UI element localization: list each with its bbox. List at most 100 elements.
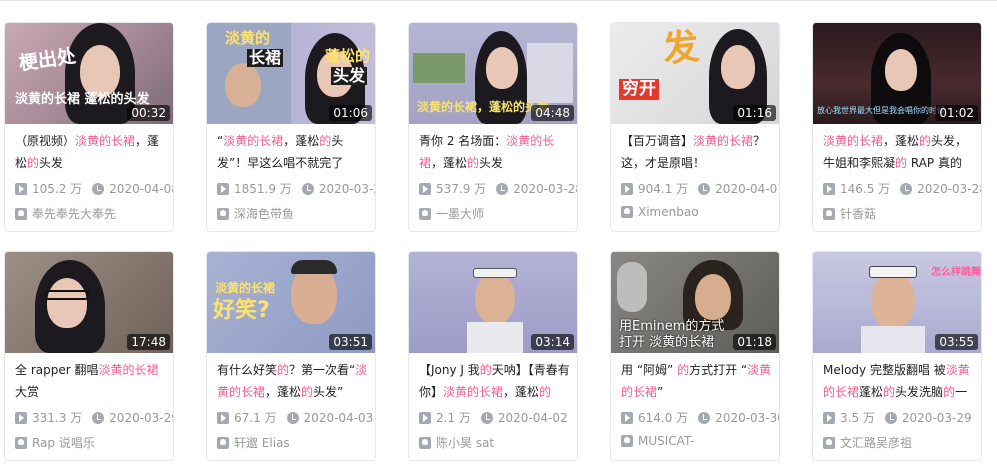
duration-badge: 03:14 bbox=[531, 334, 574, 350]
video-thumbnail[interactable]: 怎么样跳舞 03:55 bbox=[813, 252, 981, 353]
uploader-name[interactable]: 轩邈 Elias bbox=[234, 436, 290, 450]
video-thumbnail[interactable]: 淡黄的 长裙 蓬松的 头发 01:06 bbox=[207, 23, 375, 124]
video-stats: 537.9 万 2020-03-28 bbox=[419, 180, 577, 196]
upload-date: 2020-04-02 bbox=[497, 411, 568, 425]
up-user-icon bbox=[823, 437, 835, 449]
video-thumbnail[interactable]: 用Eminem的方式 打开 淡黄的长裙 01:18 bbox=[611, 252, 779, 353]
video-title[interactable]: 【Jony J 我的天呐】【青春有你】淡黄的长裙，蓬松的 bbox=[419, 359, 571, 403]
video-title[interactable]: 有什么好笑的？第一次看“淡黄的长裙，蓬松的头发” bbox=[217, 359, 369, 403]
upload-date: 2020-04-01 bbox=[715, 182, 780, 196]
upload-date: 2020-03-30 bbox=[715, 411, 780, 425]
thumb-overlay-text: 长裙 bbox=[247, 48, 284, 67]
uploader[interactable]: Ximenbao bbox=[621, 205, 777, 221]
video-card[interactable]: 03:14 【Jony J 我的天呐】【青春有你】淡黄的长裙，蓬松的 2.1 万… bbox=[408, 251, 578, 461]
uploader[interactable]: 陈小昊 sat bbox=[419, 434, 575, 450]
up-user-icon bbox=[621, 206, 633, 218]
video-stats: 614.0 万 2020-03-30 bbox=[621, 409, 780, 425]
video-stats: 331.3 万 2020-03-29 bbox=[15, 409, 174, 425]
video-thumbnail[interactable]: 放心我世界最大但是我会唱你的时候 01:02 bbox=[813, 23, 981, 124]
upload-date: 2020-03-29 bbox=[901, 411, 972, 425]
uploader-name[interactable]: 文汇路吴彦祖 bbox=[840, 436, 912, 450]
view-count: 2.1 万 bbox=[436, 411, 471, 425]
uploader-name[interactable]: 针香菇 bbox=[840, 207, 876, 221]
view-count: 331.3 万 bbox=[32, 411, 83, 425]
play-count-icon bbox=[823, 183, 835, 195]
up-user-icon bbox=[217, 437, 229, 449]
view-count: 105.2 万 bbox=[32, 182, 83, 196]
thumb-overlay-text: 淡黄的长裙，蓬松的头发 bbox=[417, 100, 550, 114]
uploader-name[interactable]: 奉先奉先大奉先 bbox=[32, 207, 116, 221]
video-thumbnail[interactable]: 淡黄的长裙 好笑? 03:51 bbox=[207, 252, 375, 353]
thumb-overlay-text: 穷开 bbox=[619, 79, 659, 100]
video-thumbnail[interactable]: 梗出处 淡黄的长裙 蓬松的头发 00:32 bbox=[5, 23, 173, 124]
duration-badge: 01:02 bbox=[935, 105, 978, 121]
video-thumbnail[interactable]: 淡黄的长裙，蓬松的头发 04:48 bbox=[409, 23, 577, 124]
duration-badge: 03:51 bbox=[329, 334, 372, 350]
uploader-name[interactable]: 一墨大师 bbox=[436, 207, 484, 221]
uploader[interactable]: 文汇路吴彦祖 bbox=[823, 434, 979, 450]
thumb-overlay-text: 淡黄的 bbox=[225, 29, 271, 47]
video-card[interactable]: 梗出处 淡黄的长裙 蓬松的头发 00:32 （原视频）淡黄的长裙，蓬松的头发 1… bbox=[4, 22, 174, 232]
view-count: 3.5 万 bbox=[840, 411, 875, 425]
duration-badge: 03:55 bbox=[935, 334, 978, 350]
uploader-name[interactable]: Ximenbao bbox=[638, 205, 699, 219]
video-card[interactable]: 用Eminem的方式 打开 淡黄的长裙 01:18 用 “阿姆” 的方式打开 “… bbox=[610, 251, 780, 461]
play-count-icon bbox=[217, 412, 229, 424]
play-count-icon bbox=[15, 412, 27, 424]
clock-icon bbox=[496, 183, 509, 195]
uploader[interactable]: 轩邈 Elias bbox=[217, 434, 373, 450]
video-title[interactable]: Melody 完整版翻唱 被淡黄的长裙蓬松的头发洗脑的一 bbox=[823, 359, 975, 403]
clock-icon bbox=[698, 183, 711, 195]
upload-date: 2020-04-03 bbox=[303, 411, 374, 425]
clock-icon bbox=[698, 412, 711, 424]
video-title[interactable]: 青你 2 名场面：淡黄的长裙，蓬松的头发 bbox=[419, 130, 571, 174]
thumb-overlay-text: 用Eminem的方式 bbox=[619, 319, 725, 334]
play-count-icon bbox=[419, 412, 431, 424]
video-title[interactable]: （原视频）淡黄的长裙，蓬松的头发 bbox=[15, 130, 167, 174]
video-thumbnail[interactable]: 17:48 bbox=[5, 252, 173, 353]
video-card[interactable]: 17:48 全 rapper 翻唱淡黄的长裙大赏 331.3 万 2020-03-… bbox=[4, 251, 174, 461]
uploader-name[interactable]: 深海色带鱼 bbox=[234, 207, 294, 221]
video-title[interactable]: 全 rapper 翻唱淡黄的长裙大赏 bbox=[15, 359, 167, 403]
uploader[interactable]: 一墨大师 bbox=[419, 205, 575, 221]
video-thumbnail[interactable]: 03:14 bbox=[409, 252, 577, 353]
video-card[interactable]: 淡黄的 长裙 蓬松的 头发 01:06 “淡黄的长裙，蓬松的头发”！早这么唱不就… bbox=[206, 22, 376, 232]
view-count: 1851.9 万 bbox=[234, 182, 292, 196]
video-card[interactable]: 放心我世界最大但是我会唱你的时候 01:02 淡黄的长裙，蓬松的头发，牛姐和李熙… bbox=[812, 22, 982, 232]
video-card[interactable]: 淡黄的长裙 好笑? 03:51 有什么好笑的？第一次看“淡黄的长裙，蓬松的头发”… bbox=[206, 251, 376, 461]
up-user-icon bbox=[621, 435, 633, 447]
clock-icon bbox=[92, 412, 105, 424]
uploader[interactable]: 针香菇 bbox=[823, 205, 979, 221]
upload-date: 2020-03-28 bbox=[318, 182, 375, 196]
view-count: 904.1 万 bbox=[638, 182, 689, 196]
up-user-icon bbox=[419, 208, 431, 220]
upload-date: 2020-03-29 bbox=[109, 411, 174, 425]
view-count: 146.5 万 bbox=[840, 182, 891, 196]
video-card[interactable]: 怎么样跳舞 03:55 Melody 完整版翻唱 被淡黄的长裙蓬松的头发洗脑的一… bbox=[812, 251, 982, 461]
video-title[interactable]: “淡黄的长裙，蓬松的头发”！早这么唱不就完了 bbox=[217, 130, 369, 174]
up-user-icon bbox=[823, 208, 835, 220]
video-title[interactable]: 用 “阿姆” 的方式打开 “淡黄的长裙” bbox=[621, 359, 773, 403]
uploader[interactable]: Rap 说唱乐 bbox=[15, 434, 171, 450]
uploader-name[interactable]: 陈小昊 sat bbox=[436, 436, 494, 450]
video-stats: 904.1 万 2020-04-01 bbox=[621, 180, 780, 196]
play-count-icon bbox=[621, 412, 633, 424]
video-title[interactable]: 淡黄的长裙，蓬松的头发，牛姐和李熙凝的 RAP 真的 bbox=[823, 130, 975, 174]
video-stats: 2.1 万 2020-04-02 bbox=[419, 409, 575, 425]
video-title[interactable]: 【百万调音】淡黄的长裙？这，才是原唱！ bbox=[621, 130, 773, 174]
thumb-overlay-text: 淡黄的长裙 bbox=[215, 281, 276, 295]
video-stats: 67.1 万 2020-04-03 bbox=[217, 409, 373, 425]
uploader[interactable]: 深海色带鱼 bbox=[217, 205, 373, 221]
uploader[interactable]: MUSICAT- bbox=[621, 434, 777, 450]
up-user-icon bbox=[15, 208, 27, 220]
up-user-icon bbox=[15, 437, 27, 449]
view-count: 614.0 万 bbox=[638, 411, 689, 425]
video-thumbnail[interactable]: 发 穷开 01:16 bbox=[611, 23, 779, 124]
uploader[interactable]: 奉先奉先大奉先 bbox=[15, 205, 171, 221]
uploader-name[interactable]: Rap 说唱乐 bbox=[32, 436, 95, 450]
uploader-name[interactable]: MUSICAT- bbox=[638, 434, 695, 448]
video-stats: 105.2 万 2020-04-08 bbox=[15, 180, 173, 196]
video-card[interactable]: 发 穷开 01:16 【百万调音】淡黄的长裙？这，才是原唱！ 904.1 万 20… bbox=[610, 22, 780, 232]
video-card[interactable]: 淡黄的长裙，蓬松的头发 04:48 青你 2 名场面：淡黄的长裙，蓬松的头发 5… bbox=[408, 22, 578, 232]
thumb-overlay-text: 发 bbox=[660, 26, 702, 71]
